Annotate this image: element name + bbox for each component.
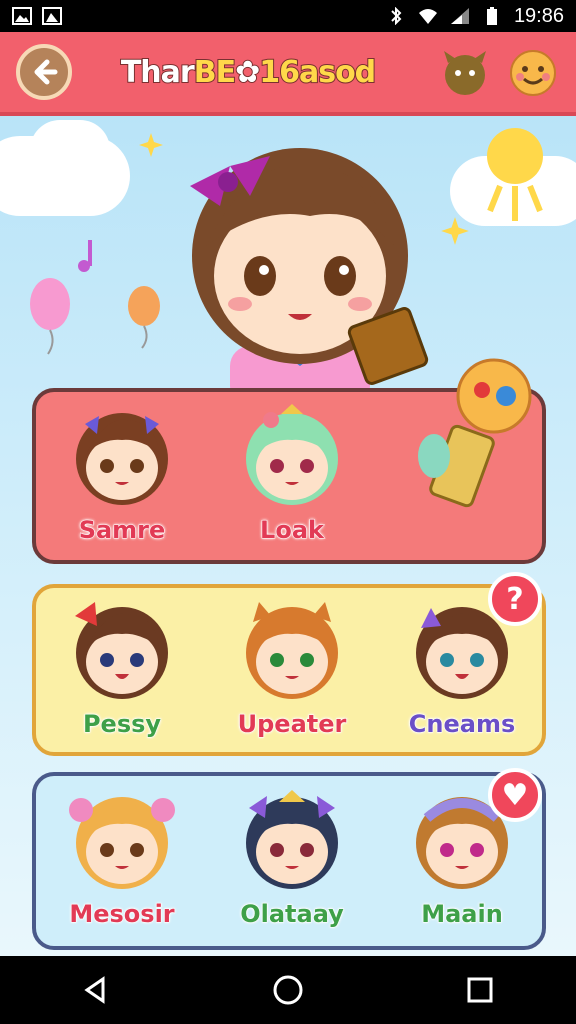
character-row-3: Mesosir Olataay Maain ♥: [32, 768, 546, 950]
favorite-badge[interactable]: ♥: [488, 768, 542, 822]
wifi-icon: [418, 9, 437, 24]
character-name: Pessy: [82, 710, 162, 739]
character-slot[interactable]: Pessy: [52, 598, 192, 739]
character-name: Loak: [260, 516, 325, 545]
character-name: Maain: [421, 900, 504, 929]
character-slot[interactable]: Upeater: [222, 598, 362, 739]
balloon-orange-icon: [128, 286, 160, 349]
character-name: Upeater: [237, 710, 347, 739]
smiley-icon[interactable]: [506, 45, 560, 99]
image-icon: [42, 7, 62, 25]
character-row-1: Samre Loak: [32, 358, 546, 564]
music-note-icon: [78, 240, 92, 272]
back-arrow-icon: [34, 59, 58, 85]
character-slot[interactable]: Mesosir: [52, 788, 192, 929]
nav-recents-button[interactable]: [450, 960, 510, 1020]
status-time: 19:86: [513, 4, 564, 27]
character-name: Cneams: [408, 710, 516, 739]
help-badge[interactable]: ?: [488, 572, 542, 626]
character-slot[interactable]: Olataay: [222, 788, 362, 929]
star-icon: [441, 217, 469, 245]
character-row-2: Pessy Upeater Cneams ?: [32, 572, 546, 756]
character-portrait: [75, 602, 168, 699]
sun-icon: [487, 128, 543, 221]
gallery-icon: [12, 7, 32, 25]
character-portrait: [246, 404, 338, 505]
hero-character: [190, 148, 429, 406]
home-circle-icon: [273, 975, 303, 1005]
character-portrait: [76, 413, 168, 505]
recents-square-icon: [467, 977, 493, 1003]
key-item-icon[interactable]: [414, 356, 544, 526]
pet-icon[interactable]: [438, 45, 492, 99]
bluetooth-icon: [391, 7, 402, 25]
page-title: TharBE✿16asod: [120, 54, 377, 91]
character-portrait: [246, 602, 338, 699]
character-name: Olataay: [240, 900, 345, 929]
header: TharBE✿16asod: [0, 32, 576, 116]
nav-home-button[interactable]: [258, 960, 318, 1020]
character-select-scene: Samre Loak Pessy Upeater Cneams ? Mesosi…: [0, 116, 576, 956]
cloud-left-2: [30, 120, 110, 180]
battery-icon: [486, 7, 497, 25]
system-nav-bar: [0, 956, 576, 1024]
character-slot[interactable]: Loak: [222, 404, 362, 545]
character-slot[interactable]: Samre: [52, 404, 192, 545]
character-portrait: [69, 797, 175, 889]
back-button[interactable]: [16, 44, 72, 100]
status-bar: 19:86: [0, 0, 576, 32]
balloon-pink-icon: [30, 278, 70, 355]
back-triangle-icon: [84, 976, 105, 1004]
character-name: Samre: [78, 516, 166, 545]
signal-icon: [450, 8, 469, 24]
character-portrait: [246, 790, 338, 889]
character-name: Mesosir: [69, 900, 175, 929]
nav-back-button[interactable]: [66, 960, 126, 1020]
